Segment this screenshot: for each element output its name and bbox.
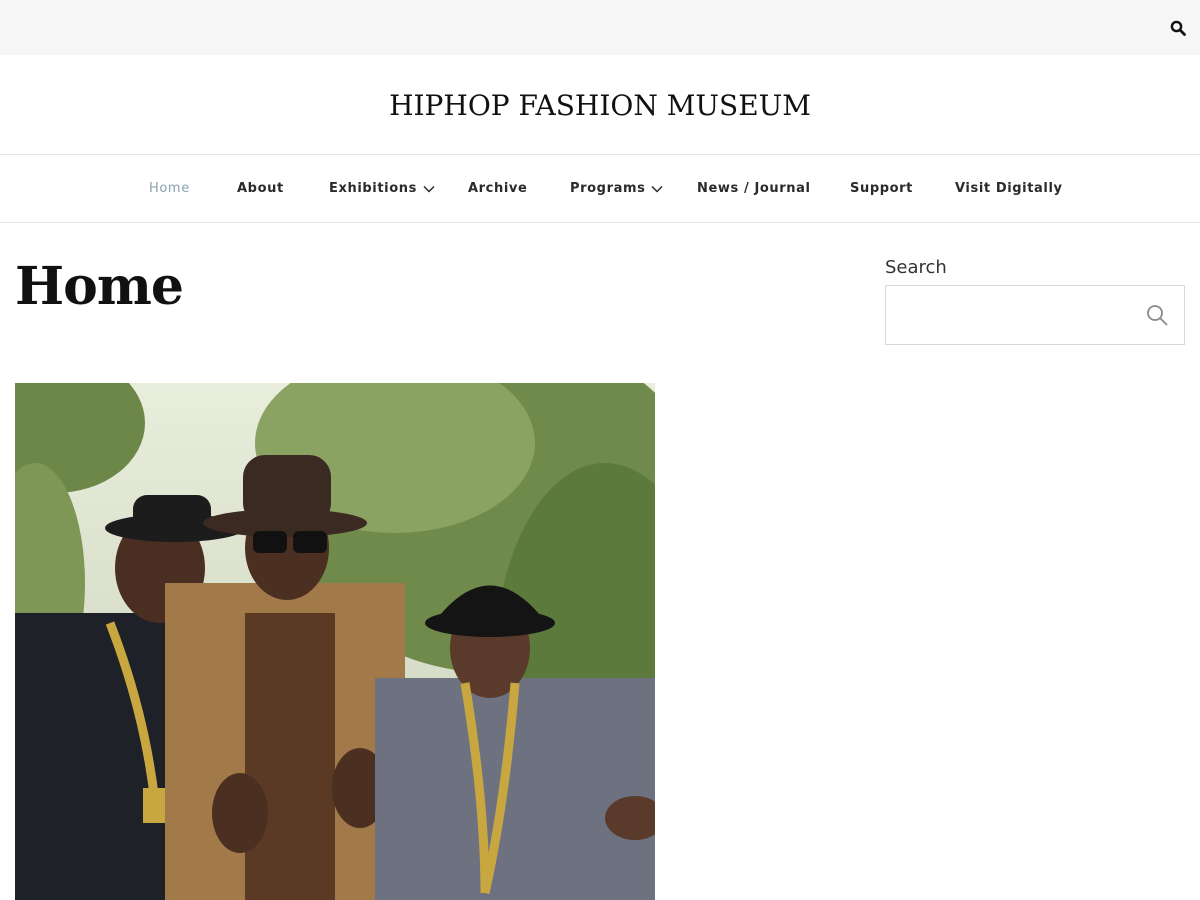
nav-item-label: Support <box>850 181 913 196</box>
nav-item-label: Home <box>149 181 190 196</box>
nav-item-label: Exhibitions <box>329 181 417 196</box>
search-input[interactable] <box>886 286 1136 344</box>
nav-item-archive[interactable]: Archive <box>468 155 527 222</box>
primary-nav: Home About Exhibitions Archive Programs … <box>0 155 1200 223</box>
nav-item-about[interactable]: About <box>237 155 284 222</box>
page-title: Home <box>15 256 184 317</box>
chevron-down-icon <box>423 185 435 193</box>
nav-item-programs[interactable]: Programs <box>570 155 663 222</box>
hero-photo-illustration <box>15 383 655 900</box>
chevron-down-icon <box>651 185 663 193</box>
nav-item-visit-digitally[interactable]: Visit Digitally <box>955 155 1063 222</box>
site-header: HIPHOP FASHION MUSEUM <box>0 55 1200 155</box>
top-bar <box>0 0 1200 55</box>
nav-item-label: About <box>237 181 284 196</box>
nav-item-label: Programs <box>570 181 646 196</box>
nav-item-news-journal[interactable]: News / Journal <box>697 155 811 222</box>
hero-image <box>15 383 655 900</box>
nav-item-label: News / Journal <box>697 181 811 196</box>
sidebar-search-label: Search <box>885 257 947 278</box>
nav-item-home[interactable]: Home <box>149 155 190 222</box>
search-submit-button[interactable] <box>1144 302 1170 328</box>
nav-item-label: Visit Digitally <box>955 181 1063 196</box>
sidebar-search-box <box>885 285 1185 345</box>
nav-item-support[interactable]: Support <box>850 155 913 222</box>
nav-item-exhibitions[interactable]: Exhibitions <box>329 155 435 222</box>
header-search-button[interactable] <box>1165 15 1191 41</box>
site-title[interactable]: HIPHOP FASHION MUSEUM <box>389 88 811 122</box>
search-icon <box>1147 305 1168 326</box>
nav-item-label: Archive <box>468 181 528 196</box>
search-icon <box>1170 20 1186 36</box>
